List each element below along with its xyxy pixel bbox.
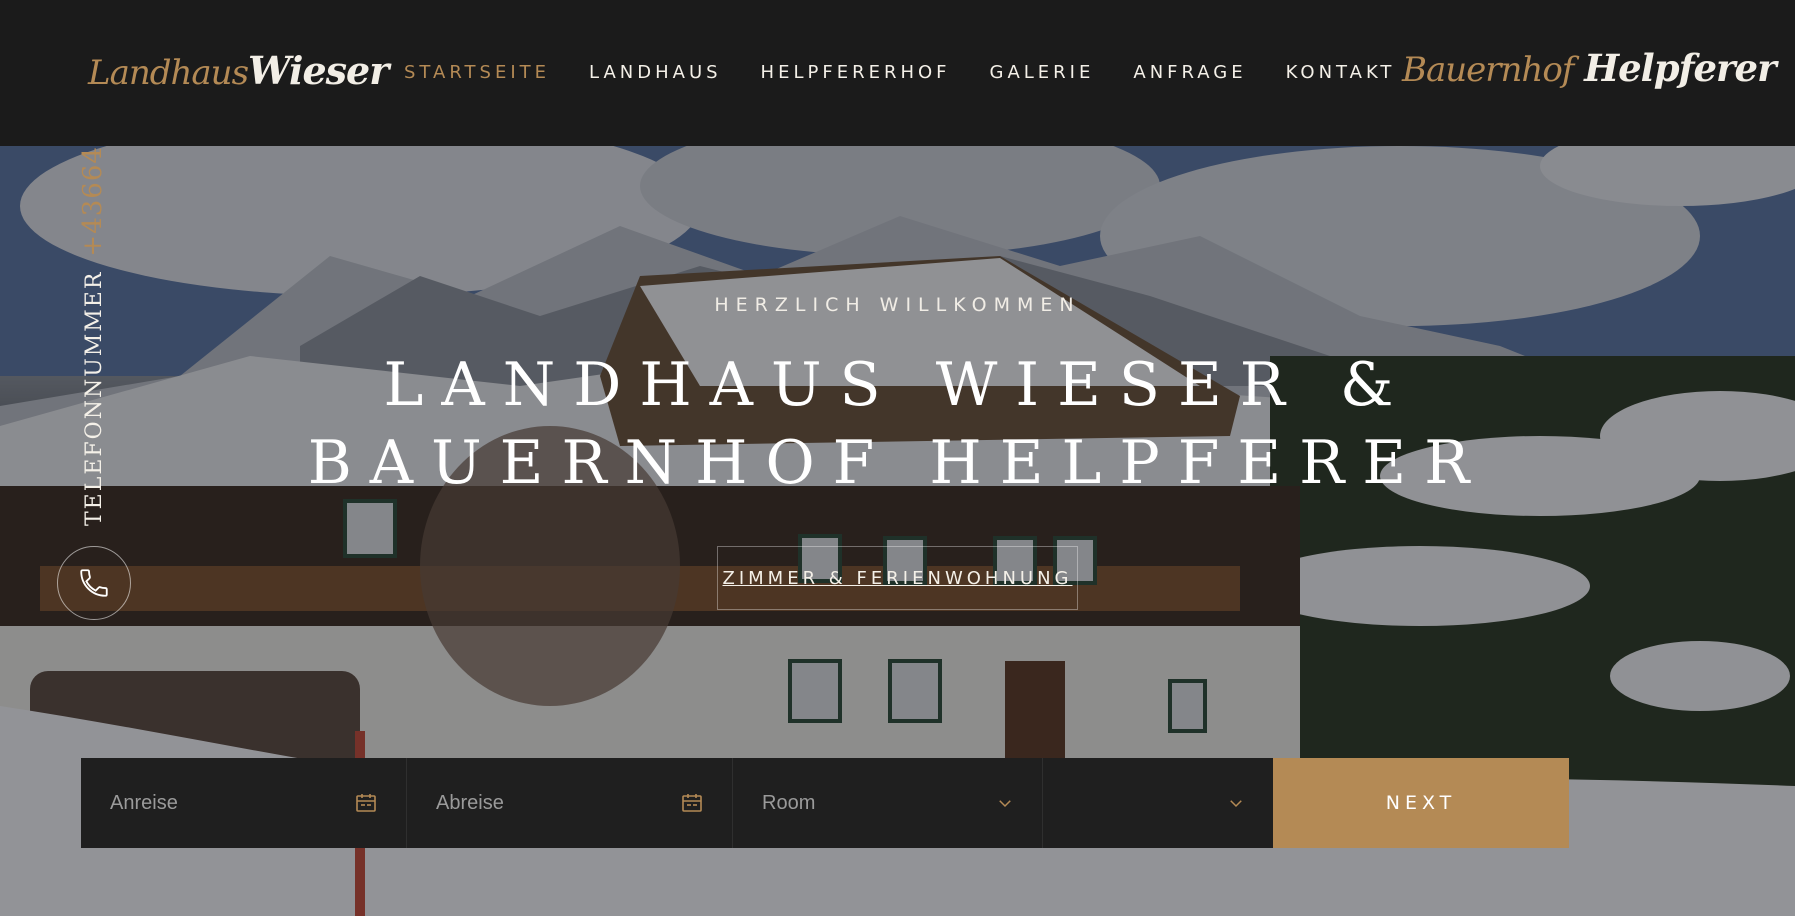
logo-right-part1: Bauernhof: [1402, 50, 1574, 90]
calendar-icon: [682, 794, 702, 812]
site-header: LandhausWieser STARTSEITE LANDHAUS HELPF…: [0, 0, 1795, 146]
logo-left-part2: Wieser: [248, 48, 389, 93]
guests-select[interactable]: [1043, 758, 1273, 848]
nav-item-helpfererhof[interactable]: HELPFERERHOF: [761, 62, 951, 83]
nav-item-startseite[interactable]: STARTSEITE: [404, 62, 550, 83]
room-select-value: Room: [762, 791, 816, 814]
arrival-placeholder: Anreise: [110, 791, 178, 814]
rooms-cta-button[interactable]: ZIMMER & FERIENWOHNUNG: [717, 546, 1078, 610]
room-select[interactable]: Room: [733, 758, 1043, 848]
logo-bauernhof-helpferer[interactable]: Bauernhof Helpferer: [1402, 46, 1777, 98]
nav-item-kontakt[interactable]: KONTAKT: [1286, 62, 1396, 83]
logo-left-part1: Landhaus: [88, 53, 249, 93]
hero-welcome: HERZLICH WILLKOMMEN: [714, 294, 1081, 316]
booking-form: Anreise Abreise Room NEXT: [81, 758, 1569, 848]
main-nav: STARTSEITE LANDHAUS HELPFERERHOF GALERIE…: [404, 62, 1395, 83]
departure-date-field[interactable]: Abreise: [407, 758, 733, 848]
arrival-date-field[interactable]: Anreise: [81, 758, 407, 848]
logo-right-part2: Helpferer: [1584, 46, 1776, 90]
chevron-down-icon: [999, 800, 1011, 808]
nav-item-galerie[interactable]: GALERIE: [990, 62, 1095, 83]
phone-button[interactable]: [57, 546, 131, 620]
side-contact: TELEFONNUMMER +436641514076: [78, 146, 138, 526]
phone-label: TELEFONNUMMER: [82, 270, 107, 526]
phone-number[interactable]: +436641514076: [78, 146, 108, 257]
logo-landhaus-wieser[interactable]: LandhausWieser: [88, 48, 389, 100]
hero-title: LANDHAUS WIESER & BAUERNHOF HELPFERER: [307, 350, 1488, 498]
chevron-down-icon: [1230, 800, 1242, 808]
phone-icon: [80, 569, 108, 597]
hero-section: HERZLICH WILLKOMMEN LANDHAUS WIESER & BA…: [0, 146, 1795, 916]
departure-placeholder: Abreise: [436, 791, 504, 814]
nav-item-landhaus[interactable]: LANDHAUS: [589, 62, 722, 83]
next-button[interactable]: NEXT: [1273, 758, 1569, 848]
nav-item-anfrage[interactable]: ANFRAGE: [1133, 62, 1246, 83]
calendar-icon: [356, 794, 376, 812]
